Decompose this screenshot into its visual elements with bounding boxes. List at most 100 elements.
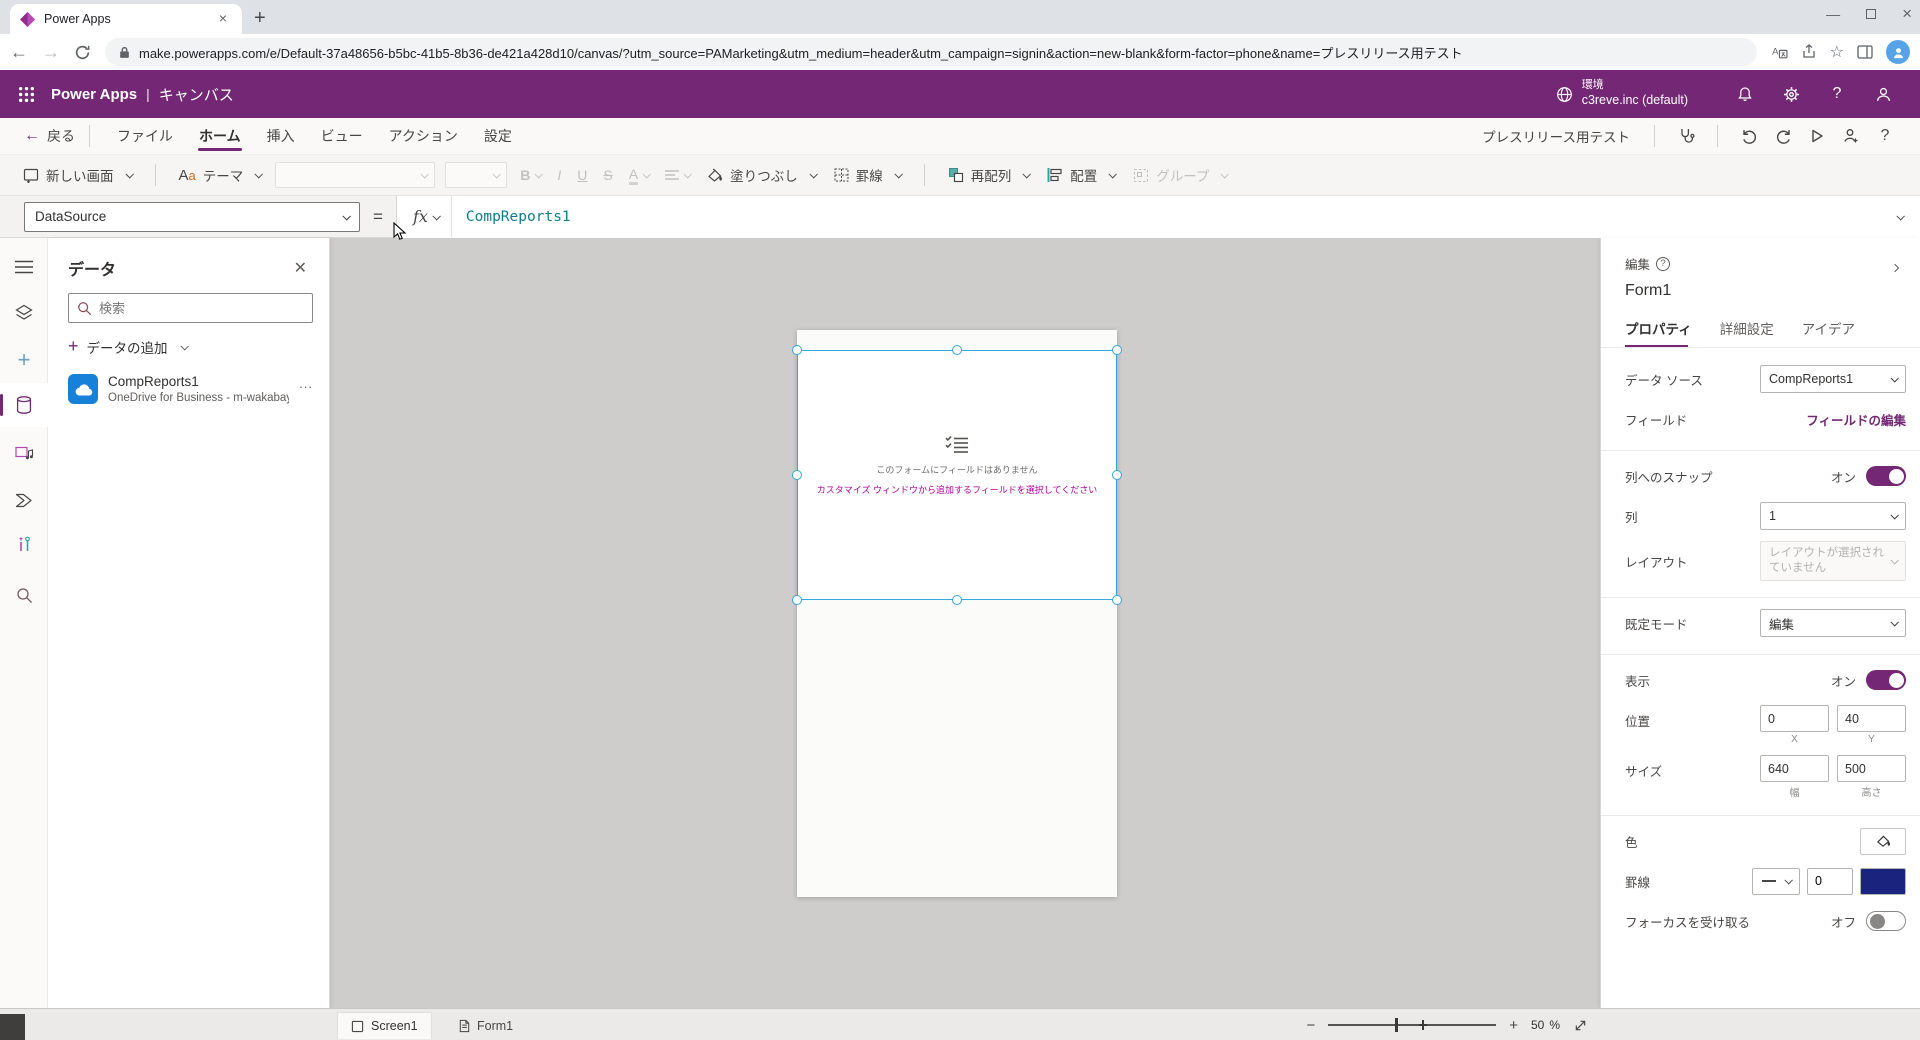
rail-insert-button[interactable]: + (0, 338, 48, 382)
screen-tab[interactable]: Screen1 (337, 1012, 432, 1039)
default-mode-dropdown[interactable]: 編集 (1760, 609, 1906, 637)
formula-expand-button[interactable] (1874, 214, 1920, 220)
zoom-slider[interactable] (1328, 1024, 1496, 1026)
zoom-in-button[interactable]: + (1509, 1017, 1518, 1034)
edit-fields-link[interactable]: フィールドの編集 (1806, 410, 1906, 429)
size-height-input[interactable] (1837, 755, 1906, 782)
selection-handle-se[interactable] (1112, 595, 1122, 605)
waffle-menu-icon[interactable] (18, 86, 35, 103)
rail-data-button[interactable] (0, 383, 48, 427)
menu-home[interactable]: ホーム (186, 118, 254, 155)
reorder-button[interactable]: 再配列 (939, 159, 1039, 191)
menu-file[interactable]: ファイル (104, 118, 186, 155)
menu-insert[interactable]: 挿入 (254, 118, 308, 155)
share-app-button[interactable] (1834, 127, 1868, 145)
window-maximize-button[interactable] (1866, 9, 1876, 19)
focus-toggle[interactable] (1866, 911, 1906, 931)
selection-handle-sw[interactable] (792, 595, 802, 605)
add-data-button[interactable]: + データの追加 (68, 336, 313, 357)
fields-label: フィールド (1625, 410, 1806, 429)
data-source-more-button[interactable]: ... (299, 376, 313, 391)
fit-to-window-icon[interactable] (1573, 1018, 1588, 1033)
window-close-button[interactable]: × (1902, 4, 1912, 24)
close-data-panel-button[interactable]: ✕ (288, 256, 313, 280)
columns-dropdown[interactable]: 1 (1760, 502, 1906, 530)
visible-toggle[interactable] (1866, 670, 1906, 690)
tab-properties[interactable]: プロパティ (1625, 314, 1702, 347)
arrange-button[interactable]: 配置 (1038, 159, 1124, 191)
selection-handle-w[interactable] (792, 470, 802, 480)
undo-button[interactable] (1732, 128, 1766, 145)
back-to-apps-button[interactable]: ← 戻る (24, 126, 75, 146)
fill-button[interactable]: 塗りつぶし (698, 159, 825, 191)
browser-tab[interactable]: Power Apps × (10, 4, 242, 34)
settings-button[interactable] (1768, 86, 1814, 103)
notifications-button[interactable] (1722, 86, 1768, 102)
selection-handle-n[interactable] (952, 345, 962, 355)
account-button[interactable] (1860, 86, 1906, 103)
browser-profile-avatar[interactable] (1886, 40, 1910, 64)
formula-text[interactable]: CompReports1 (452, 209, 1874, 225)
menu-action[interactable]: アクション (376, 118, 471, 155)
selection-handle-s[interactable] (952, 595, 962, 605)
position-y-input[interactable] (1837, 705, 1906, 732)
form-control-selected[interactable]: このフォームにフィールドはありません カスタマイズ ウィンドウから追加するフィー… (797, 350, 1117, 600)
tab-close-icon[interactable]: × (214, 10, 232, 28)
menu-settings[interactable]: 設定 (471, 118, 525, 155)
rail-media-button[interactable] (0, 431, 48, 475)
border-width-input[interactable] (1807, 868, 1853, 895)
border-button[interactable]: 罫線 (825, 159, 910, 191)
size-width-input[interactable] (1760, 755, 1829, 782)
translate-icon[interactable]: A (1771, 44, 1788, 61)
tab-ideas[interactable]: アイデア (1802, 314, 1865, 347)
form-breadcrumb[interactable]: Form1 (458, 1012, 513, 1039)
rail-tree-view-button[interactable] (0, 290, 48, 334)
zoom-slider-thumb[interactable] (1395, 1018, 1398, 1032)
bookmark-star-icon[interactable]: ☆ (1830, 42, 1844, 62)
zoom-out-button[interactable]: − (1306, 1017, 1315, 1034)
border-style-dropdown[interactable] (1752, 868, 1800, 895)
window-minimize-button[interactable]: — (1826, 6, 1840, 22)
help-menu-button[interactable]: ? (1868, 127, 1902, 145)
selection-handle-e[interactable] (1112, 470, 1122, 480)
selection-handle-nw[interactable] (792, 345, 802, 355)
color-picker-button[interactable] (1860, 828, 1906, 855)
back-button[interactable]: ← (10, 42, 28, 63)
share-icon[interactable] (1801, 44, 1817, 60)
tab-advanced[interactable]: 詳細設定 (1720, 314, 1784, 347)
environment-picker[interactable]: 環境 c3reve.inc (default) (1556, 79, 1688, 108)
canvas-area[interactable]: このフォームにフィールドはありません カスタマイズ ウィンドウから追加するフィー… (330, 238, 1600, 1008)
data-source-dropdown[interactable]: CompReports1 (1760, 365, 1906, 393)
rail-menu-button[interactable] (0, 245, 48, 289)
property-dropdown[interactable]: DataSource (24, 202, 360, 232)
app-checker-button[interactable] (1669, 127, 1703, 145)
rail-search-button[interactable] (0, 573, 48, 617)
redo-button[interactable] (1766, 128, 1800, 145)
reload-button[interactable] (74, 44, 91, 61)
url-field[interactable]: make.powerapps.com/e/Default-37a48656-b5… (105, 38, 1757, 66)
forward-button[interactable]: → (42, 42, 60, 63)
side-panel-icon[interactable] (1857, 44, 1873, 60)
data-search-input[interactable] (99, 301, 304, 316)
data-source-item[interactable]: CompReports1 OneDrive for Business - m-w… (68, 374, 313, 404)
theme-button[interactable]: Aa テーマ (170, 159, 271, 191)
phone-screen[interactable]: このフォームにフィールドはありません カスタマイズ ウィンドウから追加するフィー… (797, 330, 1117, 897)
size-label: サイズ (1625, 755, 1760, 780)
collapse-panel-button[interactable] (1879, 254, 1906, 278)
new-tab-button[interactable]: + (254, 7, 266, 30)
rail-power-automate-button[interactable] (0, 478, 48, 522)
selection-handle-ne[interactable] (1112, 345, 1122, 355)
help-button[interactable]: ? (1814, 85, 1860, 103)
help-circle-icon[interactable]: ? (1656, 257, 1670, 271)
position-x-input[interactable] (1760, 705, 1829, 732)
snap-toggle[interactable] (1866, 466, 1906, 486)
menu-view[interactable]: ビュー (308, 118, 376, 155)
preview-play-button[interactable] (1800, 128, 1834, 144)
data-search-box[interactable] (68, 293, 313, 323)
rail-advanced-tools-button[interactable] (0, 523, 48, 567)
border-color-swatch[interactable] (1860, 868, 1906, 895)
chevron-down-icon (342, 212, 350, 220)
formula-input-zone[interactable]: fx CompReports1 (396, 196, 1920, 238)
new-screen-button[interactable]: 新しい画面 (14, 159, 141, 191)
brand-name[interactable]: Power Apps (51, 86, 137, 103)
